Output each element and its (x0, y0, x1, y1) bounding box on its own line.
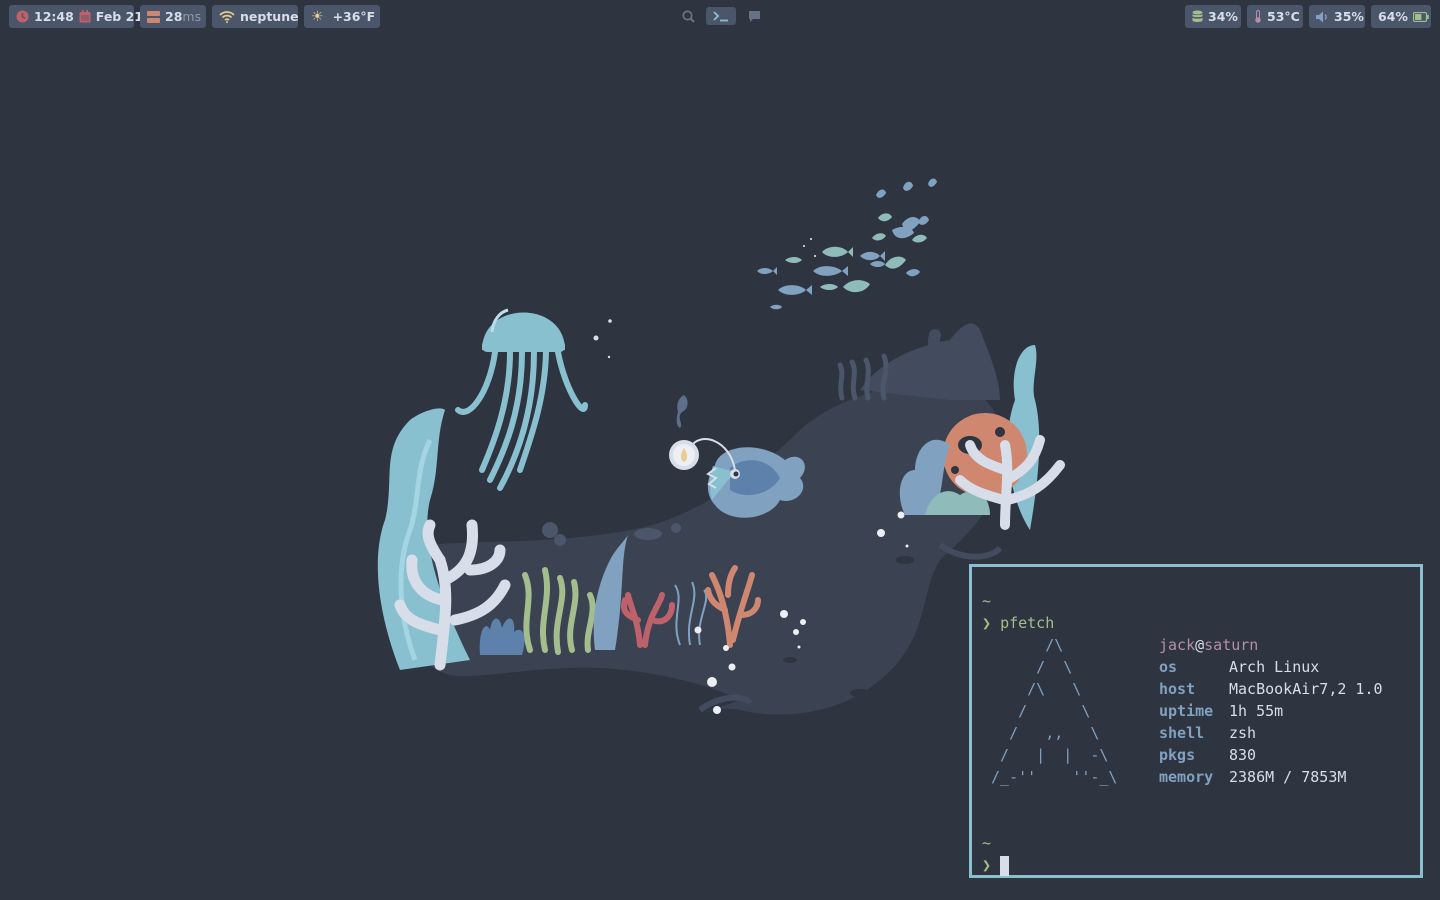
logo-line: / \ (982, 702, 1091, 720)
user-host: jack@saturn (1159, 634, 1258, 656)
weather-widget[interactable]: ☀ +36°F (304, 5, 380, 28)
search-icon[interactable] (678, 7, 698, 25)
info-value: 830 (1229, 746, 1257, 764)
wifi-icon (219, 10, 235, 23)
info-value: 2386M / 7853M (1229, 768, 1347, 786)
info-key: host (1159, 680, 1196, 698)
server-icon (147, 10, 160, 23)
database-icon (1192, 10, 1203, 23)
calendar-icon (79, 10, 91, 23)
volume-widget[interactable]: 35% (1309, 5, 1365, 28)
command-line: ❯ pfetch (982, 612, 1054, 634)
prompt-symbol: ❯ (982, 856, 992, 874)
info-key: shell (1159, 724, 1205, 742)
chat-icon[interactable] (744, 7, 764, 25)
temperature-widget[interactable]: 53°C (1247, 5, 1303, 28)
hostname: saturn (1204, 636, 1259, 654)
logo-line: / \ (982, 658, 1073, 676)
temperature-value: 53°C (1267, 9, 1300, 24)
thermometer-icon (1254, 10, 1262, 23)
disk-widget[interactable]: 34% (1185, 5, 1241, 28)
prompt-symbol: ❯ (982, 614, 992, 632)
terminal-icon[interactable] (706, 7, 736, 25)
battery-widget[interactable]: 64% (1371, 5, 1431, 28)
volume-value: 35% (1334, 9, 1364, 24)
logo-line: / | | -\ (982, 746, 1109, 764)
clock-widget[interactable]: 12:48 Feb 21 (9, 5, 143, 28)
wifi-name: neptune (240, 9, 299, 24)
battery-value: 64% (1378, 9, 1408, 24)
info-key: memory (1159, 768, 1214, 786)
command-text: pfetch (1000, 614, 1055, 632)
info-value: 1h 55m (1229, 702, 1284, 720)
clock-time: 12:48 (34, 9, 74, 24)
logo-line: /\ (982, 636, 1064, 654)
info-value: MacBookAir7,2 1.0 (1229, 680, 1383, 698)
clock-date: Feb 21 (95, 9, 144, 24)
at-sign: @ (1195, 636, 1205, 654)
weather-temp: +36°F (332, 9, 376, 24)
info-value: Arch Linux (1229, 658, 1320, 676)
battery-icon (1412, 11, 1429, 22)
sun-icon: ☀ (311, 8, 324, 25)
info-value: zsh (1229, 724, 1257, 742)
input-line[interactable]: ❯ (982, 854, 1010, 876)
info-key: pkgs (1159, 746, 1196, 764)
text-cursor (1000, 855, 1010, 876)
logo-line: / ,, \ (982, 724, 1100, 742)
info-key: os (1159, 658, 1178, 676)
username: jack (1159, 636, 1196, 654)
ping-widget[interactable]: 28ms (140, 5, 206, 28)
whale-illustration (416, 323, 1003, 715)
fish-school (757, 178, 937, 310)
terminal-window[interactable]: ~ ❯ pfetch /\ / \ /\ \ / \ / ,, \ / | | … (969, 564, 1423, 878)
logo-line: /_-'' ''-_\ (982, 768, 1118, 786)
ping-unit: ms (182, 9, 202, 24)
prompt-dir: ~ (982, 592, 992, 610)
info-key: uptime (1159, 702, 1214, 720)
logo-line: /\ \ (982, 680, 1082, 698)
speaker-icon (1316, 11, 1329, 23)
wifi-widget[interactable]: neptune (212, 5, 299, 28)
clock-icon (16, 10, 29, 23)
workspace-indicator (678, 7, 764, 25)
disk-usage: 34% (1208, 9, 1238, 24)
ping-value: 28 (165, 9, 183, 24)
prompt-dir: ~ (982, 834, 992, 852)
jellyfish (455, 308, 588, 491)
